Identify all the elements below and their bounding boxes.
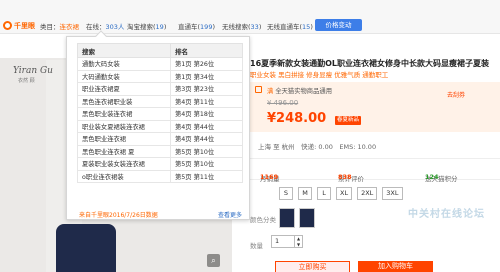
rank-cell: 第1页 第34位 (170, 69, 243, 83)
quantity-label: 数量 (250, 242, 263, 250)
color-label: 颜色分类 (250, 216, 276, 224)
keyword-cell: 通勤大码女装 (77, 57, 171, 71)
stat-wireless-search[interactable]: 无线搜索(33) (222, 21, 261, 31)
keyword-cell: 黑色职业连衣裙 (77, 132, 171, 146)
shipping-info: 上海 至 杭州 快递: 0.00 EMS: 10.00 (258, 143, 377, 151)
keyword-cell: 黑色职业连衣裙 夏 (77, 144, 171, 158)
table-row[interactable]: 大码通勤女装 第1页 第34位 (77, 69, 243, 83)
table-row[interactable]: 黑色连衣裙职业装 第4页 第11位 (77, 94, 243, 108)
original-price: ¥ 496.00 (267, 99, 299, 107)
quantity-input[interactable]: 1 (271, 235, 295, 248)
keyword-cell: 黑色连衣裙职业装 (77, 94, 171, 108)
rank-cell: 第1页 第26位 (170, 57, 243, 71)
data-source-note: 来自千里眼2016/7/26日数据 (79, 212, 158, 219)
table-row[interactable]: 通勤大码女装 第1页 第26位 (77, 57, 243, 71)
keyword-cell: 黑色职业装连衣裙 (77, 107, 171, 121)
column-header-keyword: 搜索 (77, 43, 171, 58)
coupon-checkbox[interactable] (255, 86, 262, 93)
plugin-logo-text: 千里眼 (14, 21, 35, 30)
keyword-rank-popup: 搜索 排名 通勤大码女装 第1页 第26位 大码通勤女装 第1页 第34位 职业连衣… (66, 30, 250, 220)
brand-logo: Yiran Gu (13, 66, 53, 76)
current-price: ¥248.00 (267, 111, 327, 126)
keyword-cell: 职业连衣裙夏 (77, 82, 171, 96)
dress-skirt (56, 224, 116, 272)
promo-text: 满 全天猫实物商品通用 (267, 88, 332, 95)
size-option[interactable]: XL (336, 187, 353, 200)
size-selector: S M L XL 2XL 3XL (279, 187, 403, 200)
column-header-rank: 排名 (170, 43, 243, 58)
stat-category: 类目：连衣裙 (40, 23, 79, 31)
sales-stats: 月销量 1169 累计评价 838 送天猫积分 124 (250, 158, 500, 183)
magnifier-icon[interactable]: ⌕ (207, 254, 220, 267)
brand-subtitle: 衣然 顾 (18, 78, 35, 84)
table-row[interactable]: 黑色职业装连衣裙 第4页 第18位 (77, 107, 243, 121)
rank-cell: 第5页 第11位 (170, 169, 243, 183)
plugin-toolbar: 千里眼 类目：连衣裙 在线：303人 淘宝搜索(19) 直通车(199) 无线搜… (0, 0, 500, 34)
product-title: 16夏季新款女装通勤OL职业连衣裙女修身中长款大码显瘦裙子夏装 (250, 59, 490, 68)
rank-cell: 第3页 第23位 (170, 82, 243, 96)
rank-cell: 第4页 第44位 (170, 132, 243, 146)
plugin-logo[interactable]: 千里眼 (3, 20, 35, 31)
stat-online: 在线：303人 (86, 23, 125, 31)
price-change-button[interactable]: 价格变动 (315, 19, 362, 31)
price-badge: 春夏新品 (335, 116, 362, 125)
table-row[interactable]: 黑色职业连衣裙 第4页 第44位 (77, 132, 243, 146)
keyword-cell: 大码通勤女装 (77, 69, 171, 83)
quantity-stepper[interactable]: ▲ ▼ (295, 235, 303, 248)
coupon-link[interactable]: 去刮券 (447, 90, 465, 99)
keyword-cell: 夏装职业装女装连衣裙 (77, 157, 171, 171)
table-row[interactable]: 黑色职业连衣裙 夏第5页 第10位 (77, 144, 243, 158)
size-option[interactable]: 3XL (382, 187, 403, 200)
add-to-cart-button[interactable]: 加入购物车 (358, 261, 433, 272)
table-row[interactable]: 职业连衣裙夏 第3页 第23位 (77, 82, 243, 96)
stat-wireless-ztc[interactable]: 无线直通车(15) (267, 21, 313, 31)
keyword-cell: 职业装女夏裙装连衣裙 (77, 119, 171, 133)
keyword-rank-table: 搜索 排名 通勤大码女装 第1页 第26位 大码通勤女装 第1页 第34位 职业连衣… (77, 43, 243, 183)
size-option[interactable]: L (317, 187, 331, 200)
price-box: 满 全天猫实物商品通用 去刮券 ¥ 496.00 ¥248.00 春夏新品 (250, 82, 500, 132)
view-more-link[interactable]: 查看更多 (218, 210, 242, 219)
color-swatch[interactable] (279, 208, 295, 228)
product-tags: 职业女装 黑白拼接 修身显瘦 优雅气质 通勤职工 (250, 71, 389, 79)
buy-now-button[interactable]: 立即购买 (275, 261, 350, 272)
rank-cell: 第5页 第10位 (170, 144, 243, 158)
rank-cell: 第5页 第10位 (170, 157, 243, 171)
table-row[interactable]: o职业连衣裙装 第5页 第11位 (77, 169, 243, 183)
keyword-cell: o职业连衣裙装 (77, 169, 171, 183)
size-option[interactable]: M (298, 187, 312, 200)
stat-ztc[interactable]: 直通车(199) (178, 21, 215, 31)
rank-cell: 第4页 第11位 (170, 94, 243, 108)
forum-watermark: 中关村在线论坛 (408, 209, 485, 220)
color-swatch[interactable] (299, 208, 315, 228)
table-row[interactable]: 职业装女夏裙装连衣裙 第4页 第44位 (77, 119, 243, 133)
table-row[interactable]: 夏装职业装女装连衣裙 第5页 第10位 (77, 157, 243, 171)
size-option[interactable]: S (279, 187, 293, 200)
rank-cell: 第4页 第44位 (170, 119, 243, 133)
stat-taobao-search[interactable]: 淘宝搜索(19) (127, 21, 166, 31)
size-option[interactable]: 2XL (357, 187, 378, 200)
rank-cell: 第4页 第18位 (170, 107, 243, 121)
eye-icon (3, 21, 12, 30)
